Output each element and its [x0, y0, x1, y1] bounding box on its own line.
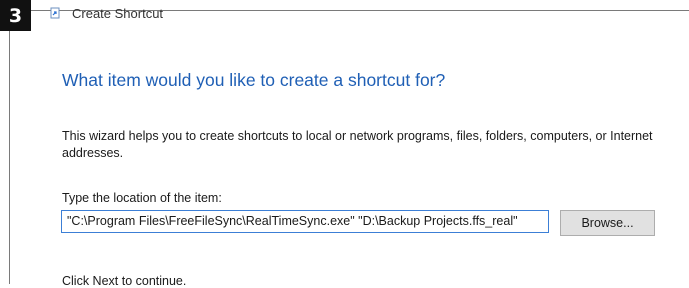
continue-hint: Click Next to continue.: [62, 274, 187, 288]
create-shortcut-dialog: Create Shortcut What item would you like…: [9, 6, 689, 288]
window-title: Create Shortcut: [72, 5, 164, 21]
location-input[interactable]: "C:\Program Files\FreeFileSync\RealTimeS…: [61, 210, 549, 233]
step-number-badge: 3: [0, 0, 31, 31]
window-titlebar: Create Shortcut: [50, 5, 163, 21]
location-label: Type the location of the item:: [62, 191, 222, 205]
wizard-heading: What item would you like to create a sho…: [62, 70, 446, 90]
browse-button[interactable]: Browse...: [560, 210, 655, 236]
wizard-description: This wizard helps you to create shortcut…: [62, 129, 653, 160]
shortcut-icon: [50, 7, 60, 19]
